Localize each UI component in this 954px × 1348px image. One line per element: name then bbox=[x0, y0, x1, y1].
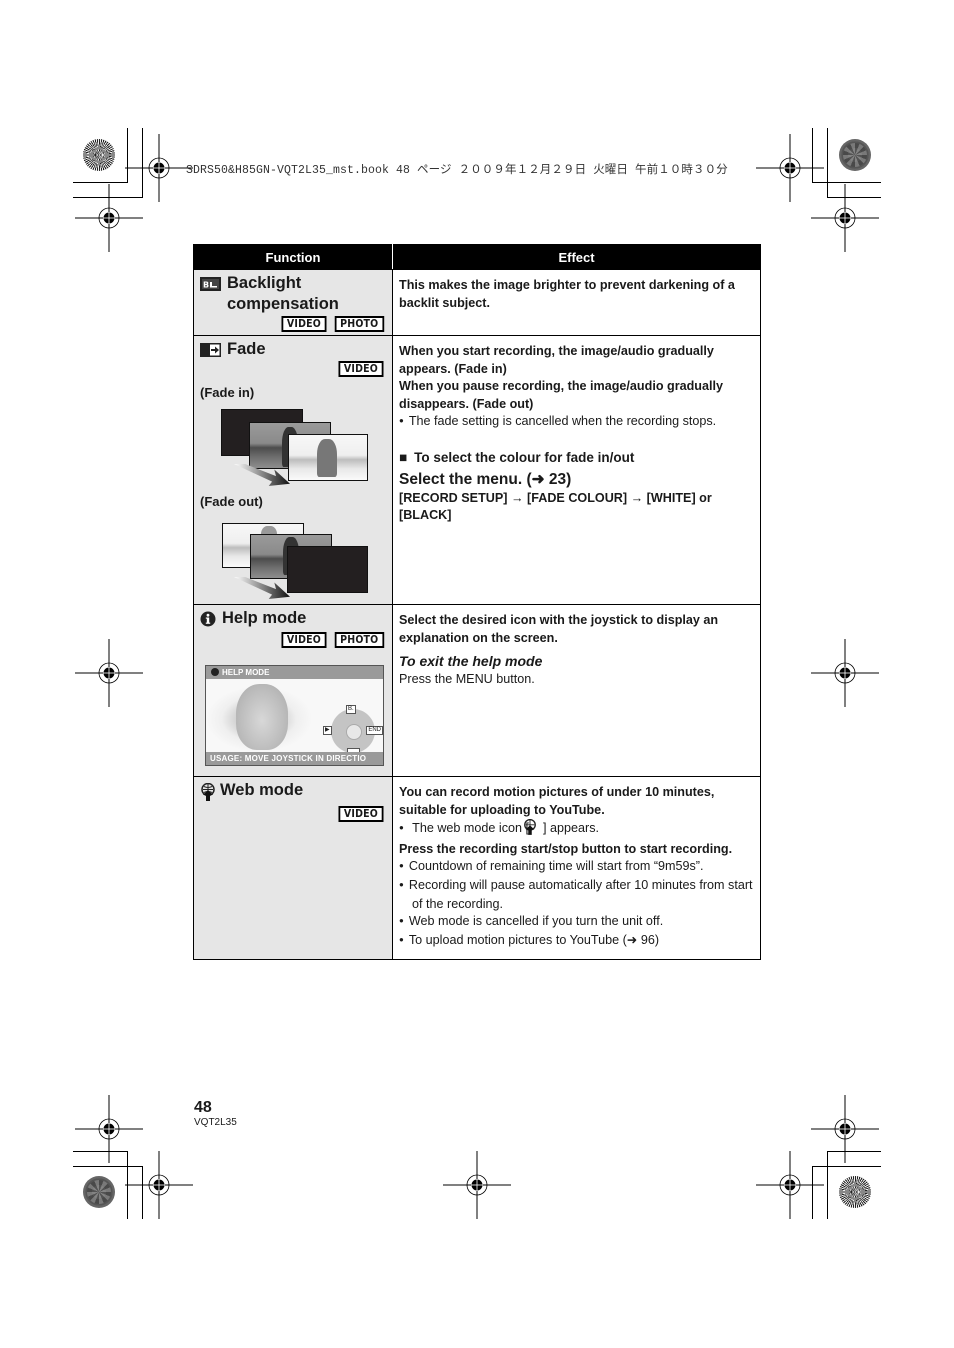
fade-in-illustration bbox=[194, 408, 392, 488]
fade-icon bbox=[200, 342, 221, 363]
web-mode-icon bbox=[523, 819, 537, 841]
menu-path: [RECORD SETUP] → [FADE COLOUR] → [WHITE]… bbox=[399, 490, 712, 523]
table-row: Help mode VIDEO PHOTO HELP MODE B. ▶ END… bbox=[193, 604, 761, 777]
joystick-right-key: END bbox=[366, 726, 383, 735]
video-badge: VIDEO bbox=[338, 806, 384, 822]
bullet-item: The fade setting is cancelled when the r… bbox=[399, 413, 754, 432]
help-top-bar-text: HELP MODE bbox=[222, 668, 270, 677]
bullet-item: Recording will pause automatically after… bbox=[399, 877, 754, 913]
star-target-icon bbox=[839, 139, 871, 171]
function-cell: Help mode VIDEO PHOTO HELP MODE B. ▶ END… bbox=[193, 604, 393, 777]
registration-crosshair-icon bbox=[125, 1151, 193, 1219]
effect-text: Press the MENU button. bbox=[399, 671, 535, 686]
backlight-compensation-icon: B bbox=[200, 276, 221, 297]
web-mode-icon bbox=[200, 782, 216, 807]
page-number: 48 bbox=[194, 1099, 212, 1116]
function-cell: Web mode VIDEO bbox=[193, 776, 393, 960]
help-top-bar: HELP MODE bbox=[206, 666, 383, 679]
bright-photo-frame bbox=[288, 434, 368, 481]
fade-out-illustration bbox=[194, 521, 392, 601]
effect-cell: When you start recording, the image/audi… bbox=[392, 335, 761, 605]
help-mode-screen: HELP MODE B. ▶ END USAGE: MOVE JOYSTICK … bbox=[205, 665, 384, 766]
effect-text: Press the recording start/stop button to… bbox=[399, 841, 733, 856]
effect-text: This makes the image brighter to prevent… bbox=[399, 278, 735, 310]
joystick-icon: B. ▶ END bbox=[323, 705, 383, 757]
function-title-text: Fade bbox=[227, 340, 266, 358]
registration-crosshair-icon bbox=[75, 639, 143, 707]
menu-instruction: Select the menu. (➜ 23) bbox=[399, 470, 572, 488]
mode-badges: VIDEO PHOTO bbox=[194, 316, 392, 332]
registration-crosshair-icon bbox=[811, 184, 879, 252]
effect-text: When you start recording, the image/audi… bbox=[399, 344, 714, 376]
registration-crosshair-icon bbox=[443, 1151, 511, 1219]
document-code: VQT2L35 bbox=[194, 1117, 237, 1128]
function-title-text: Web mode bbox=[220, 781, 304, 799]
star-target-icon bbox=[83, 1176, 115, 1208]
column-header-effect: Effect bbox=[392, 244, 761, 270]
svg-text:B: B bbox=[203, 281, 209, 290]
help-bottom-bar: USAGE: MOVE JOYSTICK IN DIRECTIO bbox=[206, 752, 383, 765]
table-row: Fade VIDEO (Fade in) (Fade out) When you… bbox=[193, 335, 761, 605]
function-cell: Fade VIDEO (Fade in) (Fade out) bbox=[193, 335, 393, 605]
italic-heading: To exit the help mode bbox=[399, 653, 543, 670]
face-figure bbox=[236, 684, 288, 750]
mode-badges: VIDEO PHOTO bbox=[194, 632, 392, 648]
function-title-text: Backlight compensation bbox=[227, 274, 339, 313]
print-header: SDRS50&H85GN-VQT2L35_mst.book 48 ページ ２００… bbox=[186, 164, 728, 177]
section-heading: To select the colour for fade in/out bbox=[399, 449, 754, 467]
function-title: Help mode bbox=[194, 605, 392, 633]
effect-text: Select the desired icon with the joystic… bbox=[399, 613, 719, 645]
bullet-text: ] appears. bbox=[543, 821, 600, 836]
black-frame bbox=[287, 546, 368, 593]
table-header-row: Function Effect bbox=[193, 244, 761, 270]
table-row: Web mode VIDEO You can record motion pic… bbox=[193, 776, 761, 960]
effect-cell: You can record motion pictures of under … bbox=[392, 776, 761, 960]
function-effect-table: Function Effect B Backlight compensation… bbox=[193, 244, 761, 960]
function-cell: B Backlight compensation VIDEO PHOTO bbox=[193, 269, 393, 336]
bullet-item: Web mode is cancelled if you turn the un… bbox=[399, 913, 754, 932]
help-info-icon bbox=[211, 668, 219, 676]
function-title-text: Help mode bbox=[222, 609, 307, 627]
star-target-icon bbox=[839, 1176, 871, 1208]
help-info-icon bbox=[200, 611, 216, 633]
registration-crosshair-icon bbox=[756, 1151, 824, 1219]
mode-badges: VIDEO bbox=[194, 361, 392, 377]
joystick-left-key: ▶ bbox=[323, 726, 332, 735]
fade-in-label: (Fade in) bbox=[200, 385, 255, 400]
function-title: Fade bbox=[194, 336, 392, 363]
photo-badge: PHOTO bbox=[334, 632, 384, 648]
bullet-item: To upload motion pictures to YouTube (➜ … bbox=[399, 932, 754, 951]
photo-badge: PHOTO bbox=[334, 316, 384, 332]
video-badge: VIDEO bbox=[281, 632, 327, 648]
child-figure bbox=[317, 439, 337, 477]
effect-text: You can record motion pictures of under … bbox=[399, 785, 715, 817]
fade-out-label: (Fade out) bbox=[200, 494, 263, 509]
effect-text: When you pause recording, the image/audi… bbox=[399, 379, 723, 411]
registration-crosshair-icon bbox=[811, 639, 879, 707]
column-header-function: Function bbox=[193, 244, 393, 270]
transition-arrow-icon bbox=[234, 577, 290, 599]
effect-cell: Select the desired icon with the joystic… bbox=[392, 604, 761, 777]
bullet-text: The web mode icon [ bbox=[412, 821, 530, 836]
mode-badges: VIDEO bbox=[194, 806, 392, 822]
effect-cell: This makes the image brighter to prevent… bbox=[392, 269, 761, 336]
video-badge: VIDEO bbox=[338, 361, 384, 377]
video-badge: VIDEO bbox=[281, 316, 327, 332]
table-row: B Backlight compensation VIDEO PHOTO Thi… bbox=[193, 269, 761, 336]
help-screen-photo: B. ▶ END bbox=[206, 679, 383, 757]
function-title: Web mode bbox=[194, 777, 392, 807]
star-target-icon bbox=[83, 139, 115, 171]
registration-crosshair-icon bbox=[75, 184, 143, 252]
function-title: B Backlight compensation bbox=[194, 270, 392, 315]
bullet-item: Countdown of remaining time will start f… bbox=[399, 858, 754, 877]
bullet-item: The web mode icon [ ] appears. bbox=[399, 819, 754, 841]
joystick-up-key: B. bbox=[346, 705, 356, 714]
